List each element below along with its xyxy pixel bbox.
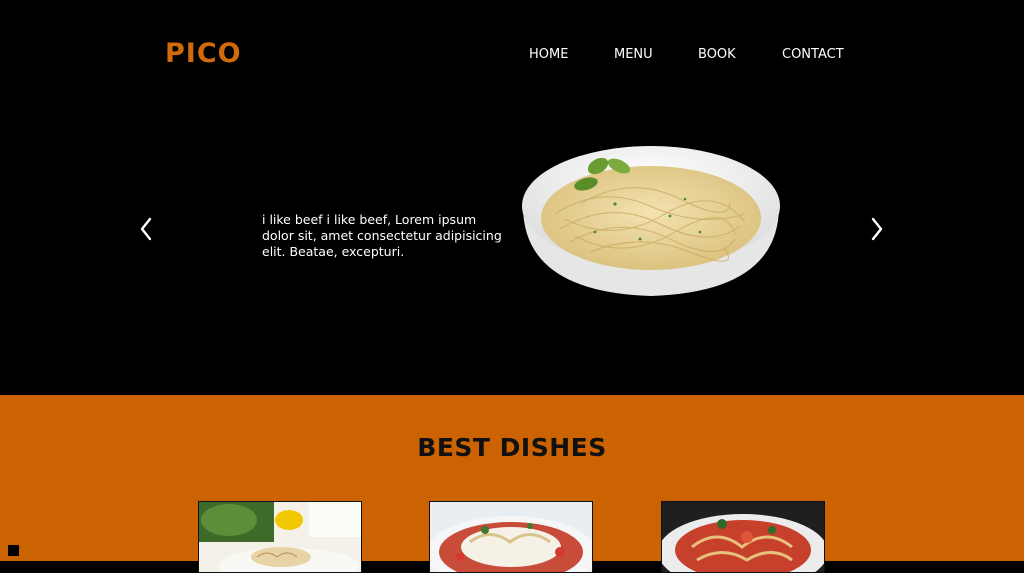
main-nav: HOME MENU BOOK CONTACT bbox=[0, 47, 1024, 67]
best-dishes-section: BEST DISHES bbox=[0, 395, 1024, 573]
dish-card[interactable] bbox=[429, 501, 593, 573]
chevron-right-icon[interactable] bbox=[867, 216, 885, 242]
dish-card[interactable] bbox=[661, 501, 825, 573]
nav-contact-link[interactable]: CONTACT bbox=[782, 47, 844, 62]
chevron-left-icon[interactable] bbox=[138, 216, 156, 242]
nav-book-link[interactable]: BOOK bbox=[698, 47, 736, 62]
dish-photo-1 bbox=[199, 502, 361, 572]
dish-photo-3 bbox=[662, 502, 824, 572]
nav-menu-link[interactable]: MENU bbox=[614, 47, 653, 62]
dish-card[interactable] bbox=[198, 501, 362, 573]
section-title: BEST DISHES bbox=[417, 433, 607, 462]
site-header: PICO HOME MENU BOOK CONTACT bbox=[0, 0, 1024, 110]
hero-slider: i like beef i like beef, Lorem ipsum dol… bbox=[0, 110, 1024, 395]
nav-home-link[interactable]: HOME bbox=[529, 47, 568, 62]
dish-photo-2 bbox=[430, 502, 592, 572]
pasta-bowl-image bbox=[522, 146, 780, 296]
hero-text: i like beef i like beef, Lorem ipsum dol… bbox=[262, 212, 502, 259]
scroll-indicator bbox=[8, 545, 19, 556]
